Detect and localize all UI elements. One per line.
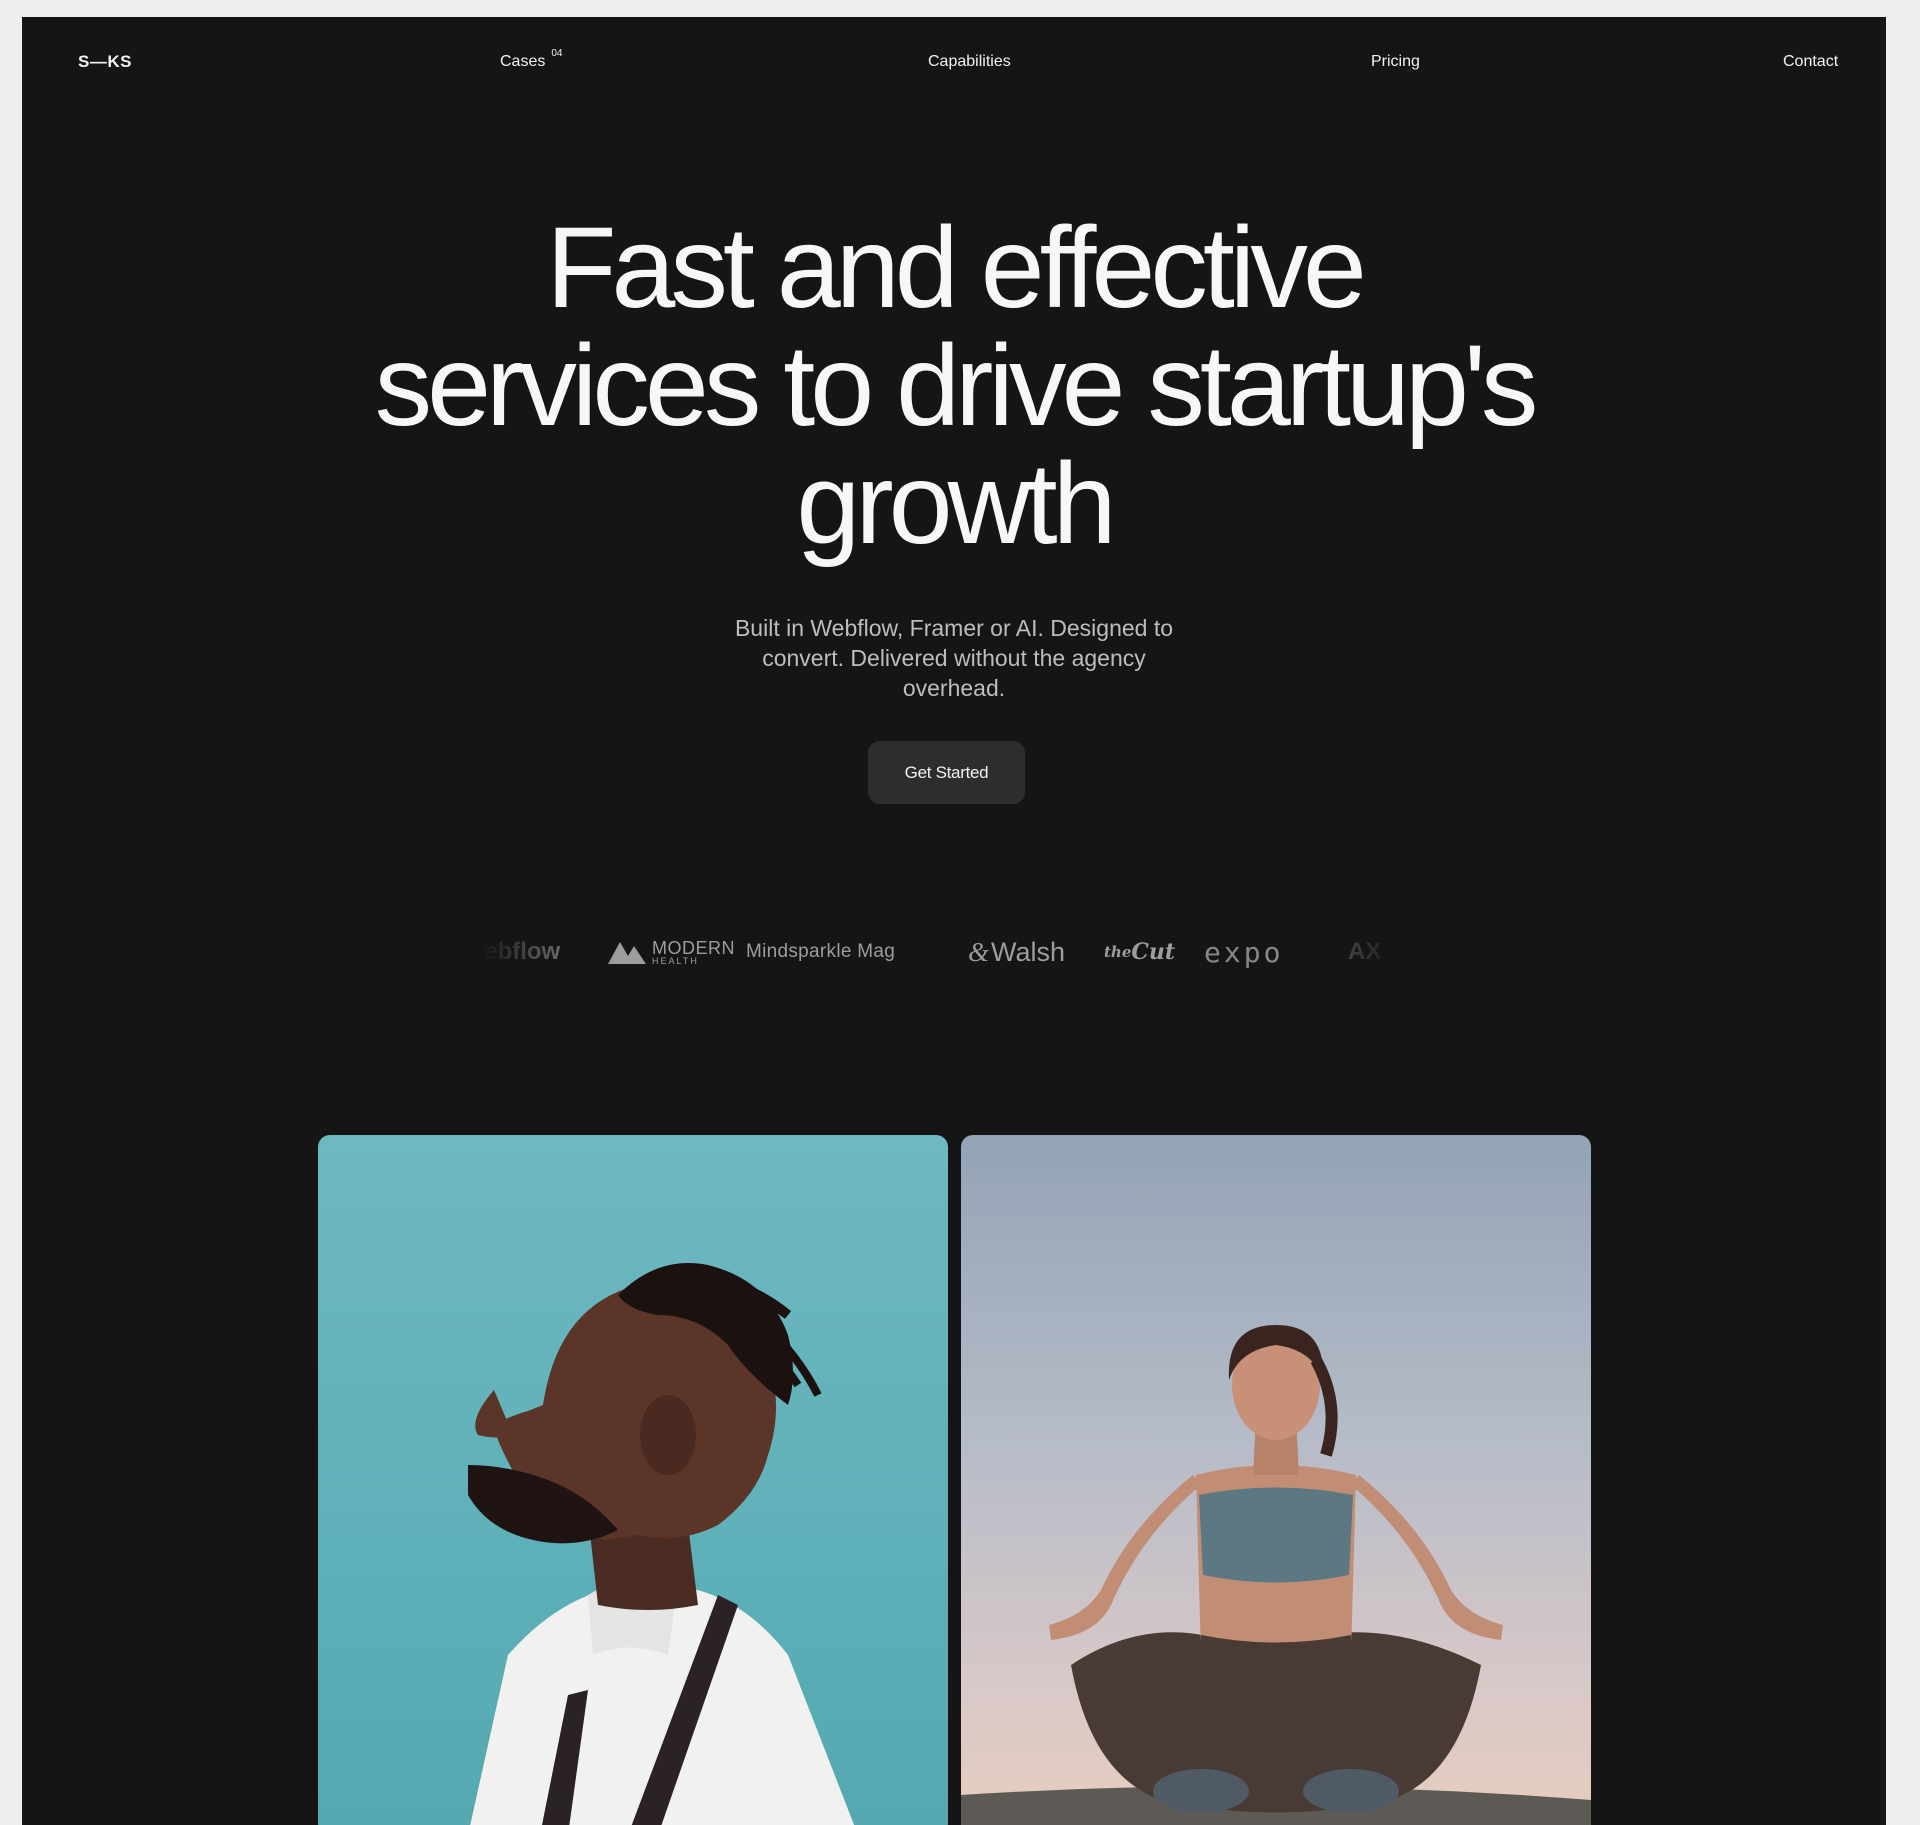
mindsparkle-logo: Mindsparkle Mag <box>746 941 896 962</box>
client-logos-marquee: Webflow MODERN HEALTH Mindsparkle Mag &W… <box>482 927 1402 977</box>
mountain-icon <box>608 942 646 964</box>
the-cut-text: Cut <box>1131 939 1176 965</box>
profile-portrait-photo <box>468 1263 855 1825</box>
top-nav: S—KS Cases 04 Capabilities Pricing Contac… <box>22 17 1886 107</box>
page-frame: S—KS Cases 04 Capabilities Pricing Contac… <box>22 17 1886 1825</box>
nav-cases-count: 04 <box>551 48 563 59</box>
walsh-logo: & Walsh <box>968 937 1065 967</box>
hero-title: Fast and effective services to drive sta… <box>254 209 1654 563</box>
showcase-card-right[interactable] <box>961 1135 1591 1825</box>
hero-title-line: Fast and effective <box>546 204 1367 332</box>
the-cut-the: the <box>1104 943 1132 961</box>
modern-health-bottom: HEALTH <box>652 955 699 966</box>
walsh-ampersand: & <box>968 936 990 967</box>
hero-title-line: growth <box>796 440 1116 568</box>
showcase-card-left[interactable] <box>318 1135 948 1825</box>
ax-logo: AX <box>1348 938 1382 965</box>
nav-cases[interactable]: Cases 04 <box>500 48 562 71</box>
meditation-photo <box>961 1325 1591 1825</box>
modern-health-logo: MODERN HEALTH <box>608 937 735 967</box>
nav-cases-label: Cases <box>500 53 546 70</box>
nav-capabilities[interactable]: Capabilities <box>928 53 1011 71</box>
get-started-button[interactable]: Get Started <box>868 741 1025 804</box>
walsh-text: Walsh <box>991 936 1066 967</box>
nav-pricing[interactable]: Pricing <box>1371 53 1420 71</box>
nav-contact[interactable]: Contact <box>1783 53 1838 71</box>
modern-health-top: MODERN <box>652 937 735 958</box>
the-cut-logo: the Cut <box>1104 937 1175 967</box>
hero-subtitle: Built in Webflow, Framer or AI. Designed… <box>734 615 1174 701</box>
hero-title-line: services to drive startup's <box>374 322 1539 450</box>
webflow-logo: Webflow <box>482 938 561 965</box>
brand-logo[interactable]: S—KS <box>78 52 132 72</box>
expo-logo: expo <box>1204 935 1284 969</box>
